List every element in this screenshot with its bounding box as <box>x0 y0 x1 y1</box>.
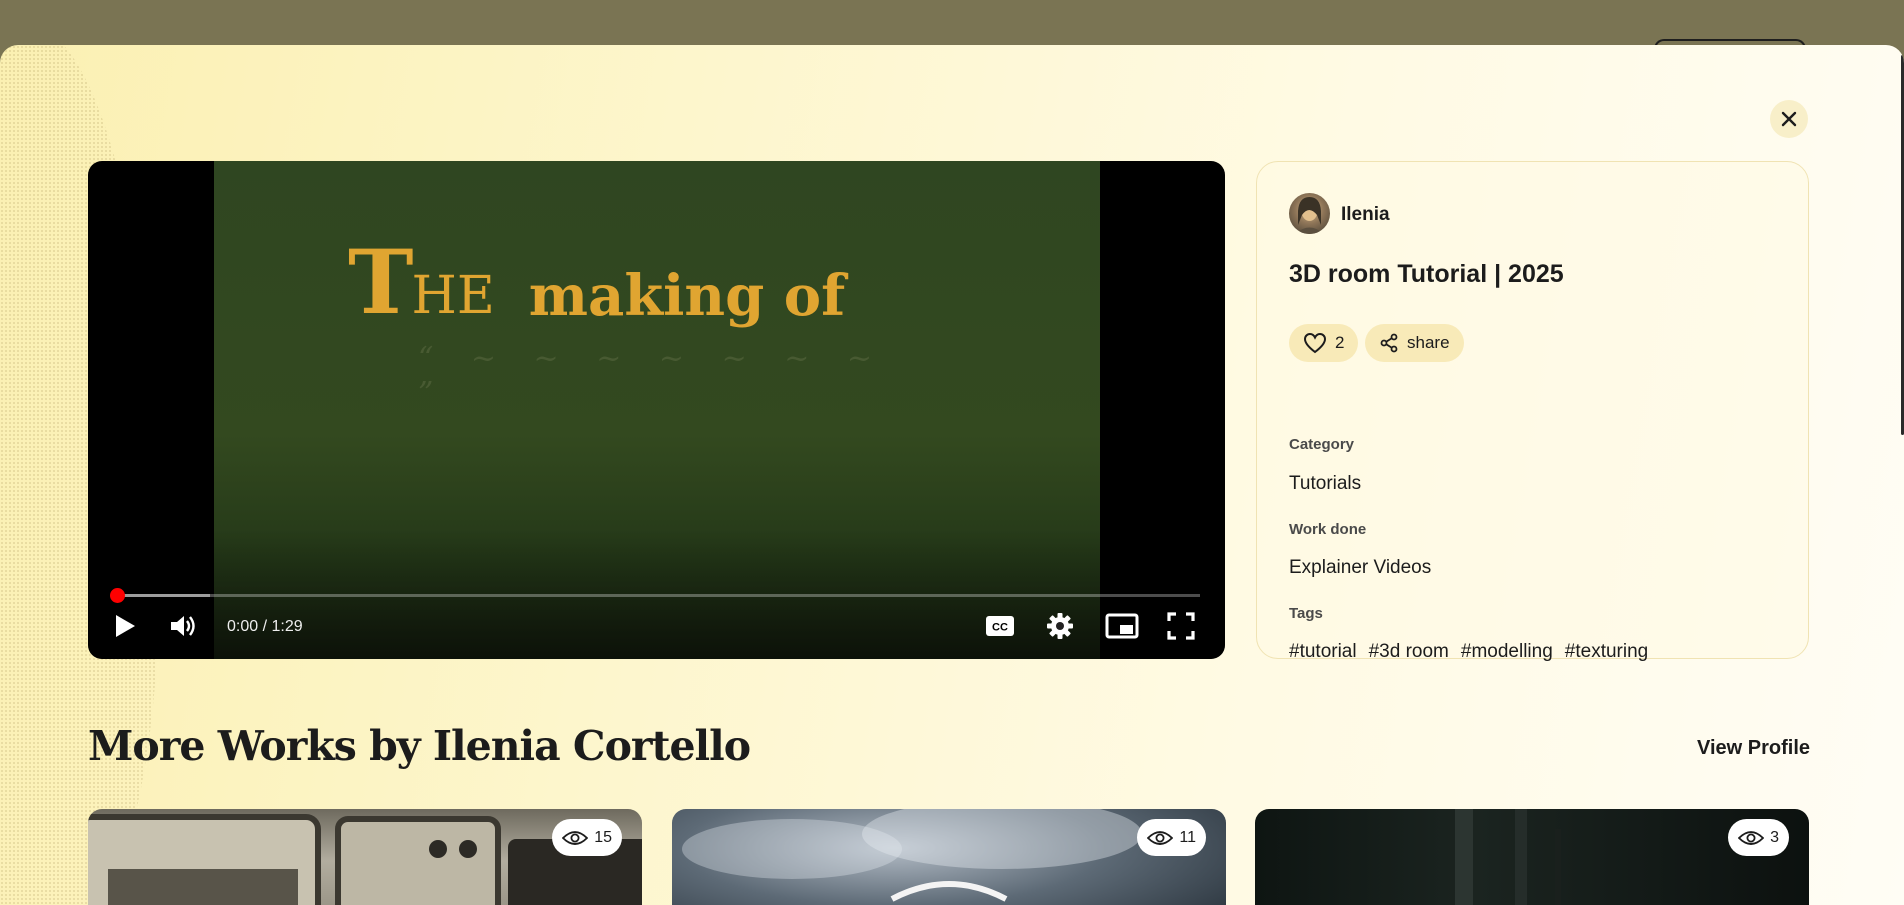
like-count: 2 <box>1335 333 1345 352</box>
views-count: 3 <box>1770 828 1779 846</box>
progress-buffered <box>112 594 210 597</box>
time-display: 0:00 / 1:29 <box>227 618 303 635</box>
views-count: 15 <box>594 828 612 846</box>
share-label: share <box>1407 333 1450 352</box>
captions-button[interactable]: CC <box>984 611 1016 641</box>
play-button[interactable] <box>110 611 140 641</box>
work-done-value[interactable]: Explainer Videos <box>1289 557 1431 579</box>
close-button[interactable] <box>1770 100 1808 138</box>
heart-icon <box>1303 332 1327 354</box>
author-name[interactable]: Ilenia <box>1341 204 1390 226</box>
video-player[interactable]: T HE making of “ ~ ~ ~ ~ ~ ~ ~ ” 0:00 / … <box>88 161 1225 659</box>
work-title: 3D room Tutorial | 2025 <box>1289 260 1564 288</box>
close-icon <box>1781 111 1797 127</box>
tag-item[interactable]: #tutorial <box>1289 641 1357 663</box>
tags-label: Tags <box>1289 605 1323 622</box>
video-subtitle-art: “ ~ ~ ~ ~ ~ ~ ~ ” <box>418 341 887 411</box>
captions-icon: CC <box>986 616 1014 636</box>
more-works-heading: More Works by Ilenia Cortello <box>88 722 751 770</box>
category-label: Category <box>1289 436 1355 453</box>
tag-item[interactable]: #texturing <box>1565 641 1648 663</box>
work-details-panel: Ilenia 3D room Tutorial | 2025 2 share C… <box>1256 161 1809 662</box>
views-badge: 15 <box>552 819 622 856</box>
volume-icon <box>171 616 195 636</box>
work-modal: T HE making of “ ~ ~ ~ ~ ~ ~ ~ ” 0:00 / … <box>0 45 1904 905</box>
share-button[interactable]: share <box>1365 324 1464 362</box>
eye-icon <box>1738 830 1765 845</box>
svg-text:CC: CC <box>992 622 1008 634</box>
settings-button[interactable] <box>1045 611 1075 641</box>
fullscreen-icon <box>1167 612 1195 640</box>
views-badge: 3 <box>1728 819 1789 856</box>
share-icon <box>1380 333 1398 353</box>
tag-list: #tutorial #3d room #modelling #texturing <box>1289 641 1648 663</box>
dark-room-thumbnail <box>1455 809 1561 905</box>
avatar[interactable] <box>1289 193 1330 234</box>
eye-icon <box>1147 830 1174 845</box>
avatar-portrait-icon <box>1295 197 1324 234</box>
progress-bar[interactable] <box>110 588 1200 603</box>
video-title-art: T HE making of <box>348 230 846 334</box>
volume-button[interactable] <box>168 611 198 641</box>
play-icon <box>116 615 135 637</box>
miniplayer-button[interactable] <box>1104 611 1140 641</box>
like-button[interactable]: 2 <box>1289 324 1359 362</box>
work-done-label: Work done <box>1289 521 1367 538</box>
eye-icon <box>562 830 589 845</box>
work-card[interactable]: 3 <box>1255 809 1809 905</box>
category-value[interactable]: Tutorials <box>1289 473 1361 495</box>
views-count: 11 <box>1179 828 1196 846</box>
fullscreen-button[interactable] <box>1166 611 1196 641</box>
tag-item[interactable]: #modelling <box>1461 641 1553 663</box>
views-badge: 11 <box>1137 819 1206 856</box>
work-card[interactable]: 15 <box>88 809 642 905</box>
view-profile-link[interactable]: View Profile <box>1697 737 1810 760</box>
work-card[interactable]: 11 <box>672 809 1226 905</box>
tag-item[interactable]: #3d room <box>1369 641 1449 663</box>
gear-icon <box>1047 613 1073 639</box>
miniplayer-icon <box>1105 613 1139 639</box>
